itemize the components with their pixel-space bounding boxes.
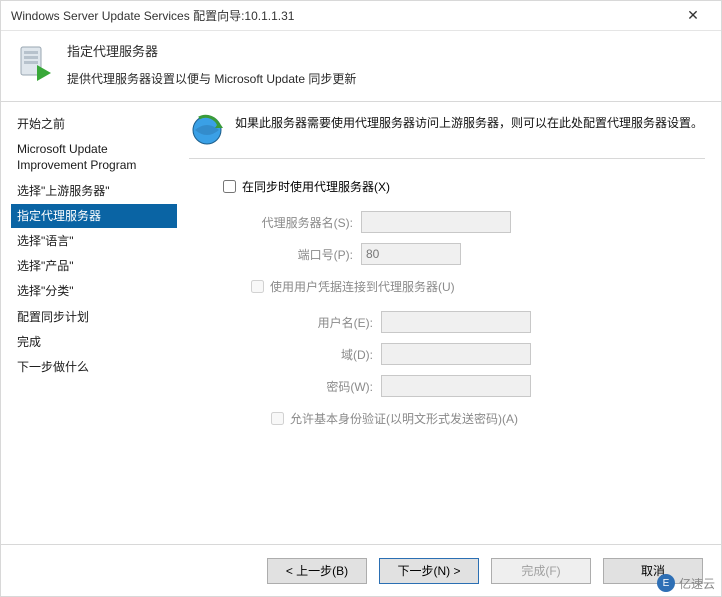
- domain-input[interactable]: [381, 343, 531, 365]
- close-icon[interactable]: ✕: [673, 7, 713, 24]
- window-title: Windows Server Update Services 配置向导:10.1…: [11, 7, 673, 24]
- use-creds-checkbox[interactable]: [251, 280, 264, 293]
- use-proxy-checkbox[interactable]: [223, 180, 236, 193]
- password-row: 密码(W):: [243, 375, 705, 397]
- finish-button[interactable]: 完成(F): [491, 558, 591, 584]
- password-input[interactable]: [381, 375, 531, 397]
- proxy-name-label: 代理服务器名(S):: [251, 214, 361, 231]
- watermark: E 亿速云: [657, 574, 715, 592]
- sidebar-item-upstream[interactable]: 选择"上游服务器": [11, 179, 177, 203]
- sidebar-item-begin[interactable]: 开始之前: [11, 112, 177, 136]
- port-input[interactable]: [361, 243, 461, 265]
- sidebar-item-proxy[interactable]: 指定代理服务器: [11, 204, 177, 228]
- sidebar-item-finished[interactable]: 完成: [11, 330, 177, 354]
- titlebar: Windows Server Update Services 配置向导:10.1…: [1, 1, 721, 31]
- sidebar-item-sync-schedule[interactable]: 配置同步计划: [11, 305, 177, 329]
- port-label: 端口号(P):: [251, 246, 361, 263]
- port-row: 端口号(P):: [223, 243, 705, 265]
- proxy-form: 在同步时使用代理服务器(X) 代理服务器名(S): 端口号(P): 使用用户凭据…: [189, 175, 705, 429]
- basic-auth-label: 允许基本身份验证(以明文形式发送密码)(A): [290, 410, 518, 427]
- domain-label: 域(D):: [271, 346, 381, 363]
- domain-row: 域(D):: [243, 343, 705, 365]
- username-row: 用户名(E):: [243, 311, 705, 333]
- wizard-body: 开始之前 Microsoft Update Improvement Progra…: [1, 102, 721, 532]
- globe-sync-icon: [189, 112, 225, 148]
- header-title: 指定代理服务器: [67, 41, 356, 60]
- basic-auth-checkbox[interactable]: [271, 412, 284, 425]
- main-divider: [189, 158, 705, 159]
- watermark-icon: E: [657, 574, 675, 592]
- use-creds-label: 使用用户凭据连接到代理服务器(U): [270, 278, 455, 295]
- wizard-header: 指定代理服务器 提供代理服务器设置以便与 Microsoft Update 同步…: [1, 31, 721, 101]
- sidebar-item-products[interactable]: 选择"产品": [11, 254, 177, 278]
- username-input[interactable]: [381, 311, 531, 333]
- proxy-name-input[interactable]: [361, 211, 511, 233]
- sidebar-item-classifications[interactable]: 选择"分类": [11, 279, 177, 303]
- server-wizard-icon: [15, 43, 55, 83]
- wizard-footer: < 上一步(B) 下一步(N) > 完成(F) 取消: [1, 544, 721, 596]
- next-button[interactable]: 下一步(N) >: [379, 558, 479, 584]
- username-label: 用户名(E):: [271, 314, 381, 331]
- watermark-text: 亿速云: [679, 575, 715, 592]
- sidebar-item-whats-next[interactable]: 下一步做什么: [11, 355, 177, 379]
- back-button[interactable]: < 上一步(B): [267, 558, 367, 584]
- proxy-name-row: 代理服务器名(S):: [223, 211, 705, 233]
- header-subtitle: 提供代理服务器设置以便与 Microsoft Update 同步更新: [67, 70, 356, 87]
- password-label: 密码(W):: [271, 378, 381, 395]
- use-proxy-row: 在同步时使用代理服务器(X): [223, 175, 705, 197]
- sidebar-item-languages[interactable]: 选择"语言": [11, 229, 177, 253]
- main-description: 如果此服务器需要使用代理服务器访问上游服务器，则可以在此处配置代理服务器设置。: [235, 112, 703, 132]
- basic-auth-row: 允许基本身份验证(以明文形式发送密码)(A): [243, 407, 705, 429]
- main-panel: 如果此服务器需要使用代理服务器访问上游服务器，则可以在此处配置代理服务器设置。 …: [181, 102, 721, 532]
- header-text: 指定代理服务器 提供代理服务器设置以便与 Microsoft Update 同步…: [67, 41, 356, 87]
- use-creds-row: 使用用户凭据连接到代理服务器(U): [223, 275, 705, 297]
- main-top: 如果此服务器需要使用代理服务器访问上游服务器，则可以在此处配置代理服务器设置。: [189, 112, 705, 148]
- use-proxy-label: 在同步时使用代理服务器(X): [242, 178, 390, 195]
- sidebar: 开始之前 Microsoft Update Improvement Progra…: [1, 102, 181, 532]
- sidebar-item-improvement[interactable]: Microsoft Update Improvement Program: [11, 137, 177, 177]
